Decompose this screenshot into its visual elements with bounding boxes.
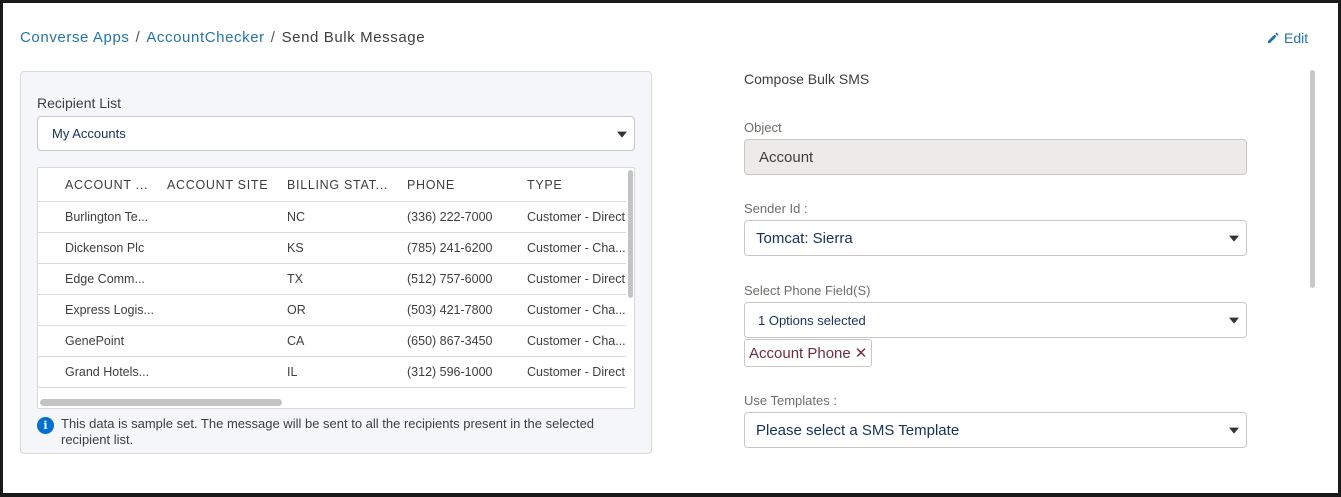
breadcrumb-separator: / [135, 29, 141, 46]
cell-billing-state: OR [287, 303, 306, 317]
templates-label: Use Templates : [744, 393, 837, 408]
table-row: Grand Hotels... IL (312) 596-1000 Custom… [38, 357, 628, 388]
cell-account-name: GenePoint [65, 334, 125, 348]
chevron-down-icon [1229, 317, 1239, 324]
cell-type: Customer - Cha... [527, 241, 626, 255]
cell-account-name: Edge Comm... [65, 272, 145, 286]
phone-field-multiselect[interactable]: 1 Options selected [744, 302, 1247, 338]
column-header-billing-state[interactable]: BILLING STAT... [287, 178, 391, 192]
cell-type: Customer - Cha... [527, 303, 626, 317]
sender-id-label: Sender Id : [744, 201, 808, 216]
cell-phone: (512) 757-6000 [407, 272, 493, 286]
page-vertical-scrollbar[interactable] [1310, 70, 1315, 288]
table-row: Burlington Te... NC (336) 222-7000 Custo… [38, 202, 628, 233]
app-frame: Converse Apps / AccountChecker / Send Bu… [0, 0, 1341, 497]
object-label: Object [744, 120, 782, 135]
cell-billing-state: TX [287, 272, 303, 286]
cell-type: Customer - Direct [527, 365, 625, 379]
breadcrumb-converse-apps[interactable]: Converse Apps [20, 29, 130, 46]
sample-data-note: i This data is sample set. The message w… [37, 416, 627, 448]
compose-title: Compose Bulk SMS [744, 71, 870, 87]
cell-phone: (312) 596-1000 [407, 365, 493, 379]
column-header-type[interactable]: TYPE [527, 178, 628, 192]
cell-type: Customer - Direct [527, 272, 625, 286]
cell-type: Customer - Cha... [527, 334, 626, 348]
recipient-list-label: Recipient List [37, 95, 122, 111]
cell-billing-state: NC [287, 210, 306, 224]
template-select[interactable]: Please select a SMS Template [744, 412, 1247, 448]
accounts-table: ACCOUNT ... ACCOUNT SITE BILLING STAT...… [37, 167, 635, 409]
cell-phone: (503) 421-7800 [407, 303, 493, 317]
table-row: Dickenson Plc KS (785) 241-6200 Customer… [38, 233, 628, 264]
sender-id-value: Tomcat: Sierra [756, 229, 853, 247]
cell-type: Customer - Direct [527, 210, 625, 224]
chevron-down-icon [1229, 235, 1239, 242]
cell-phone: (336) 222-7000 [407, 210, 493, 224]
sender-id-select[interactable]: Tomcat: Sierra [744, 220, 1247, 256]
phone-field-label: Select Phone Field(S) [744, 283, 871, 298]
selected-phone-pill: Account Phone ✕ [744, 339, 873, 367]
table-row: Express Logis... OR (503) 421-7800 Custo… [38, 295, 628, 326]
sample-data-note-text: This data is sample set. The message wil… [61, 416, 595, 447]
object-value: Account [759, 148, 814, 166]
table-vertical-scroll-thumb[interactable] [628, 170, 633, 298]
cell-billing-state: KS [287, 241, 304, 255]
table-horizontal-scroll-thumb[interactable] [40, 399, 282, 406]
template-value: Please select a SMS Template [756, 421, 960, 439]
column-header-phone[interactable]: PHONE [407, 178, 517, 192]
column-header-account-site[interactable]: ACCOUNT SITE [167, 178, 277, 192]
edit-button[interactable]: Edit [1267, 30, 1308, 46]
breadcrumb: Converse Apps / AccountChecker / Send Bu… [20, 29, 425, 46]
cell-account-name: Dickenson Plc [65, 241, 145, 255]
cell-phone: (650) 867-3450 [407, 334, 493, 348]
recipient-card: Recipient List My Accounts ACCOUNT ... A… [20, 71, 652, 454]
column-header-account-name[interactable]: ACCOUNT ... [65, 178, 157, 192]
cell-phone: (785) 241-6200 [407, 241, 493, 255]
info-icon: i [37, 417, 54, 434]
edit-label: Edit [1284, 30, 1309, 46]
close-icon[interactable]: ✕ [855, 346, 868, 361]
breadcrumb-separator: / [270, 29, 276, 46]
breadcrumb-accountchecker[interactable]: AccountChecker [146, 29, 264, 46]
pencil-icon [1268, 32, 1279, 43]
recipient-list-select[interactable]: My Accounts [37, 116, 635, 151]
cell-billing-state: CA [287, 334, 305, 348]
table-row: GenePoint CA (650) 867-3450 Customer - C… [38, 326, 628, 357]
object-field: Account [744, 139, 1247, 175]
chevron-down-icon [617, 131, 627, 138]
table-vertical-scrollbar[interactable] [626, 168, 634, 408]
cell-account-name: Express Logis... [65, 303, 154, 317]
cell-billing-state: IL [287, 365, 298, 379]
cell-account-name: Grand Hotels... [65, 365, 150, 379]
phone-field-value: 1 Options selected [758, 312, 866, 328]
breadcrumb-current: Send Bulk Message [281, 29, 426, 46]
table-row: Edge Comm... TX (512) 757-6000 Customer … [38, 264, 628, 295]
table-header: ACCOUNT ... ACCOUNT SITE BILLING STAT...… [38, 168, 628, 202]
cell-account-name: Burlington Te... [65, 210, 149, 224]
chevron-down-icon [1229, 427, 1239, 434]
recipient-list-value: My Accounts [52, 126, 126, 141]
selected-phone-pill-label: Account Phone [749, 344, 851, 362]
